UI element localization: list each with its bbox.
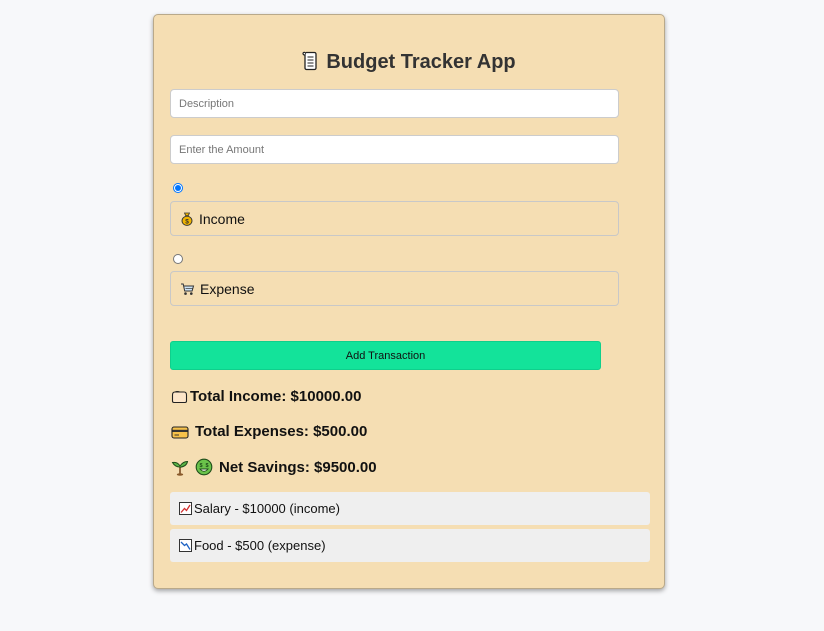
income-label: Income [199,210,245,227]
chart-down-icon [179,539,192,552]
total-expenses-text: Total Expenses: $500.00 [195,423,368,440]
page-title: Budget Tracker App [326,51,516,73]
svg-text:$: $ [185,218,189,225]
budget-card: Budget Tracker App $ Income Expense Add … [153,14,665,589]
amount-input[interactable] [170,135,619,164]
expense-label: Expense [200,280,255,297]
svg-text:$: $ [199,463,202,469]
transaction-text: Food - $500 (expense) [194,538,326,553]
scroll-icon [302,51,317,71]
transaction-text: Salary - $10000 (income) [194,501,340,516]
income-option[interactable]: $ Income [170,201,619,236]
net-savings-text: Net Savings: $9500.00 [219,458,377,476]
svg-text:$: $ [205,463,208,469]
wallet-icon [171,390,188,403]
net-savings: $ $ Net Savings: $9500.00 [171,458,377,476]
total-income-text: Total Income: $10000.00 [190,388,362,405]
seedling-icon [171,460,189,476]
money-face-icon: $ $ [195,458,213,476]
description-input[interactable] [170,89,619,118]
add-transaction-button[interactable]: Add Transaction [170,341,601,370]
total-income: Total Income: $10000.00 [171,388,361,405]
expense-radio[interactable] [173,254,183,264]
app-header: Budget Tracker App [154,51,664,74]
credit-card-icon [171,425,189,439]
expense-option[interactable]: Expense [170,271,619,306]
transaction-item: Salary - $10000 (income) [170,492,650,525]
shopping-cart-icon [181,283,195,295]
income-radio[interactable] [173,183,183,193]
money-bag-icon: $ [181,212,193,226]
chart-up-icon [179,502,192,515]
transaction-item: Food - $500 (expense) [170,529,650,562]
total-expenses: Total Expenses: $500.00 [171,423,367,440]
